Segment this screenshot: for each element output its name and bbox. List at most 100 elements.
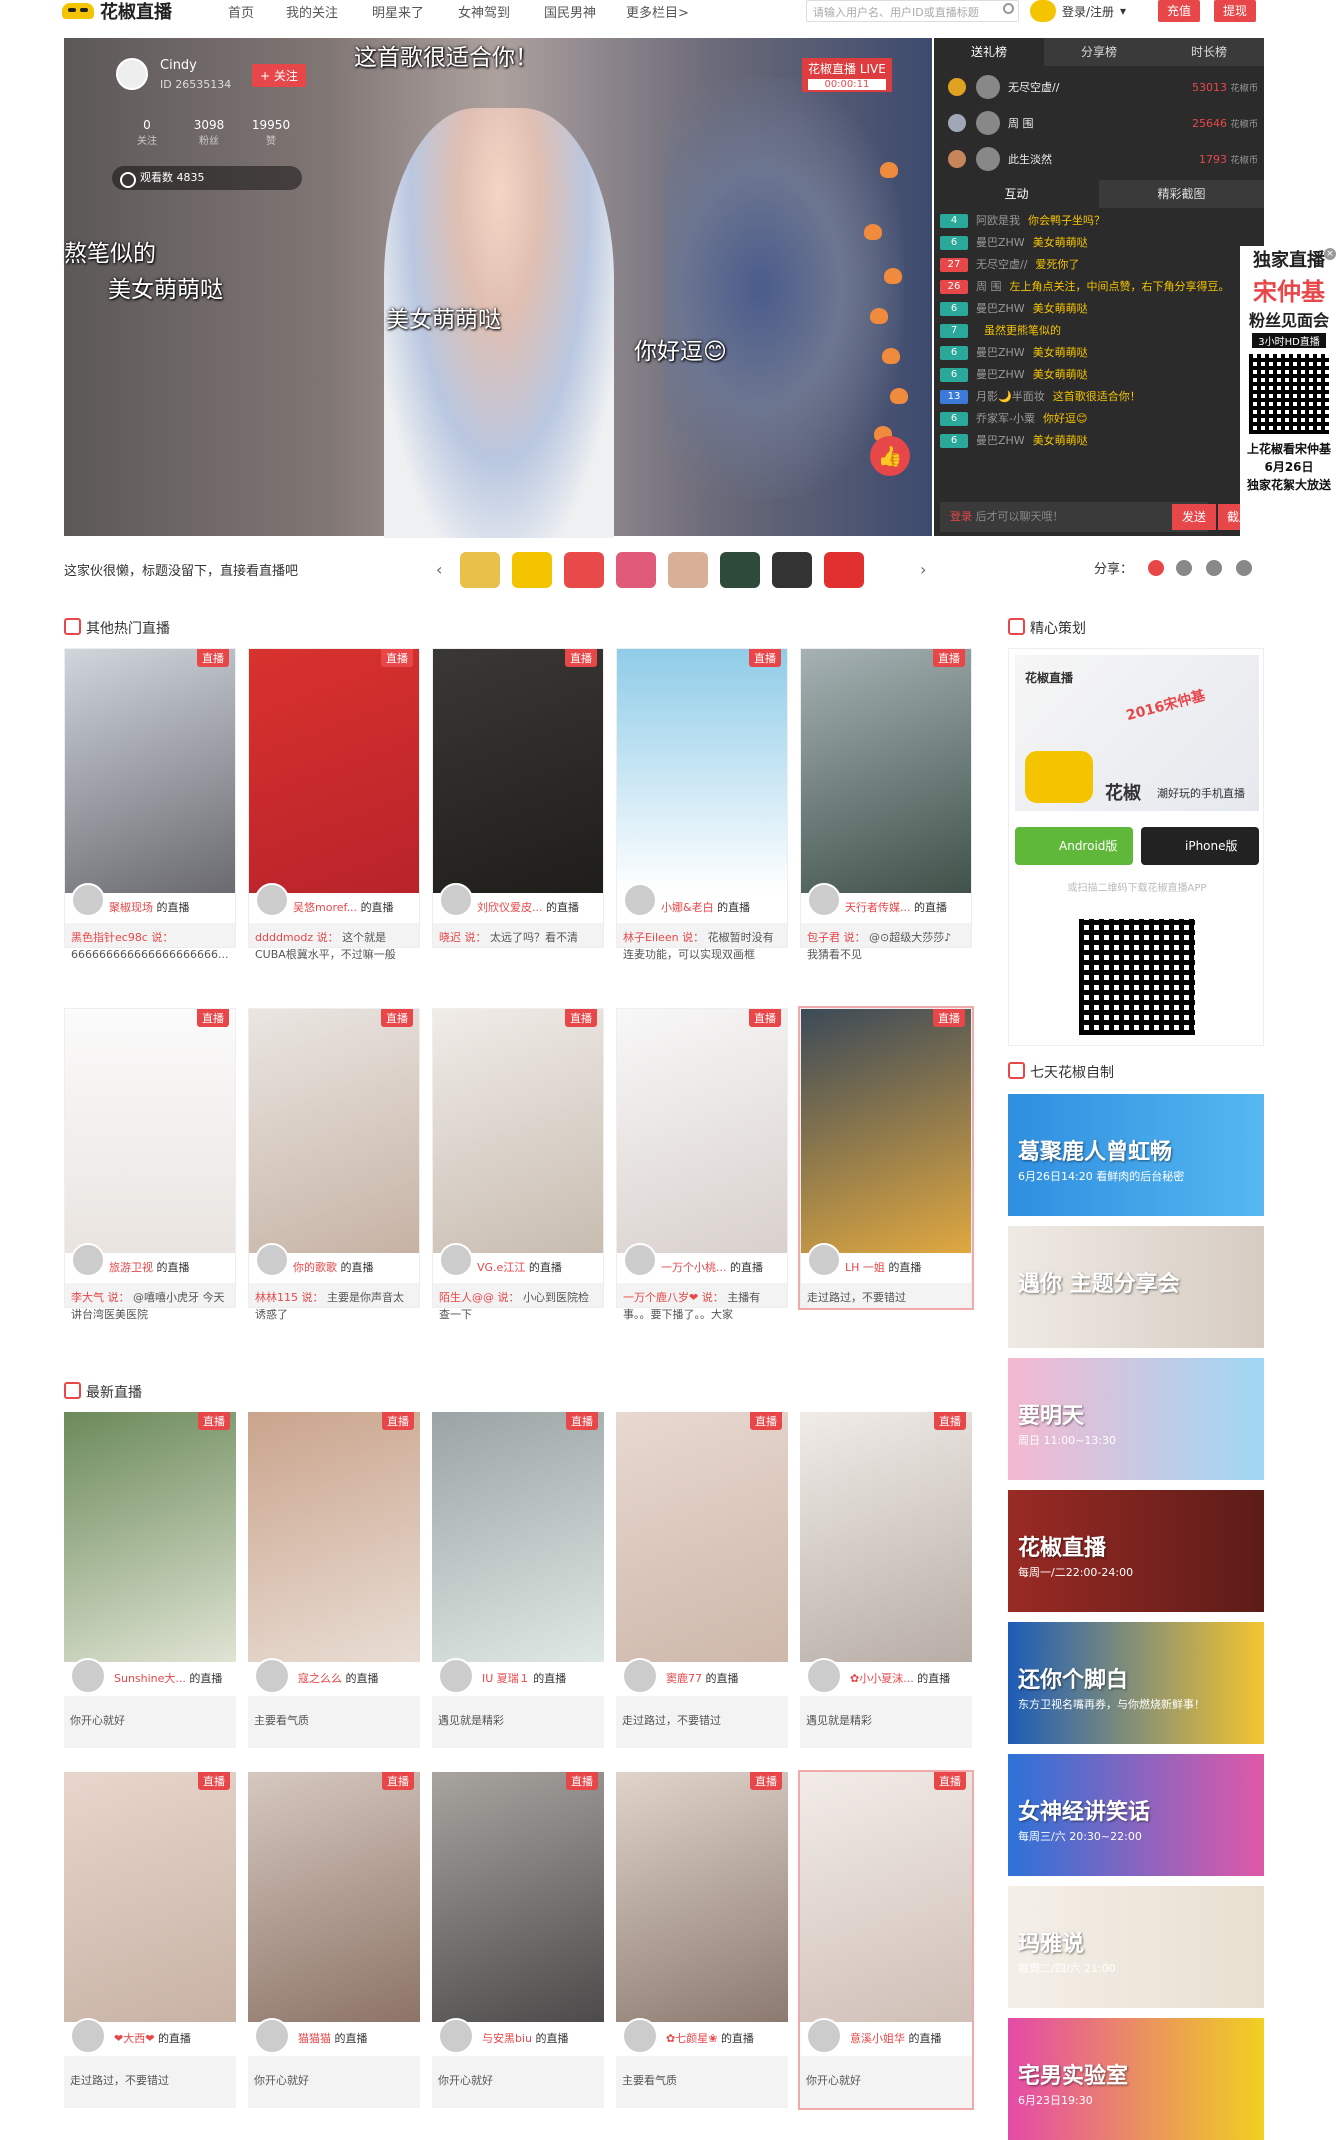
streamer-name[interactable]: 一万个小桃... — [661, 1261, 727, 1274]
close-icon[interactable]: × — [1324, 248, 1336, 260]
stream-thumbnail[interactable] — [65, 649, 235, 893]
search-icon[interactable] — [1003, 3, 1014, 14]
tab-time-rank[interactable]: 时长榜 — [1154, 38, 1264, 66]
nav-goddess[interactable]: 女神驾到 — [458, 2, 510, 21]
streamer-name[interactable]: 刘欣仪爱皮... — [477, 901, 543, 914]
stream-thumbnail[interactable] — [248, 1412, 420, 1662]
site-logo[interactable]: 花椒直播 — [62, 0, 172, 23]
stream-card[interactable]: 直播 Sunshine大... 的直播 你开心就好 — [64, 1412, 236, 1748]
tab-share-rank[interactable]: 分享榜 — [1044, 38, 1154, 66]
streamer-avatar[interactable] — [439, 883, 473, 917]
stream-card[interactable]: 直播 与安黑biu 的直播 你开心就好 — [432, 1772, 604, 2108]
stream-thumbnail[interactable] — [432, 1412, 604, 1662]
streamer-name[interactable]: 吴悠moref... — [293, 901, 357, 914]
streamer-name[interactable]: LH 一姐 — [845, 1261, 885, 1274]
streamer-name[interactable]: 聚椒现场 — [109, 901, 153, 914]
android-download-button[interactable]: Android版 — [1015, 827, 1133, 865]
tab-interact[interactable]: 互动 — [934, 180, 1099, 208]
stream-card[interactable]: 直播 IU 夏瑞１ 的直播 遇见就是精彩 — [432, 1412, 604, 1748]
gift-next-icon[interactable]: › — [920, 560, 926, 579]
streamer-name[interactable]: 与安黑biu — [482, 2032, 532, 2045]
chat-user[interactable]: 曼巴ZHW — [976, 364, 1025, 386]
streamer-avatar[interactable] — [254, 1658, 290, 1694]
streamer-name[interactable]: 窦鹿77 — [666, 1672, 702, 1685]
stream-thumbnail[interactable] — [617, 649, 787, 893]
login-link[interactable]: 登录/注册 — [1062, 3, 1114, 20]
stream-card[interactable]: 直播 聚椒现场 的直播 黑色指针ec98c 说： 66666666666666666… — [64, 648, 236, 961]
stream-card[interactable]: 直播 你的歌歌 的直播 林林115 说： 主要是你声音太诱惑了 — [248, 1008, 420, 1321]
chat-user[interactable]: 曼巴ZHW — [976, 298, 1025, 320]
chat-user[interactable]: 曼巴ZHW — [976, 342, 1025, 364]
streamer-avatar[interactable] — [622, 2018, 658, 2054]
streamer-name[interactable]: ✿七颜星❀ — [666, 2032, 717, 2045]
gift-icon[interactable] — [772, 552, 812, 588]
chat-user[interactable]: 阿欧是我 — [976, 210, 1020, 232]
stream-card[interactable]: 直播 ✿小小夏沫... 的直播 遇见就是精彩 — [800, 1412, 972, 1748]
stream-card[interactable]: 直播 寇之么么 的直播 主要看气质 — [248, 1412, 420, 1748]
gift-prev-icon[interactable]: ‹ — [436, 560, 442, 579]
streamer-avatar[interactable] — [71, 883, 105, 917]
streamer-avatar[interactable] — [255, 883, 289, 917]
rank-row[interactable]: 此生淡然 1793 花椒币 — [948, 144, 1258, 174]
promo-banner[interactable]: 花椒直播 每周一/二22:00-24:00 — [1008, 1490, 1264, 1612]
search-input[interactable]: 请输入用户名、用户ID或直播标题 — [806, 0, 1019, 22]
streamer-name[interactable]: ✿小小夏沫... — [850, 1672, 914, 1685]
stream-thumbnail[interactable] — [616, 1412, 788, 1662]
stream-thumbnail[interactable] — [801, 649, 971, 893]
promo-banner[interactable]: 宅男实验室 6月23日19:30 — [1008, 2018, 1264, 2140]
chat-user[interactable]: 月影🌙半面妆 — [976, 386, 1045, 408]
recharge-button[interactable]: 充值 — [1158, 0, 1200, 22]
streamer-name[interactable]: VG.e江江 — [477, 1261, 525, 1274]
streamer-name[interactable]: 寇之么么 — [298, 1672, 342, 1685]
streamer-avatar[interactable] — [623, 883, 657, 917]
stream-thumbnail[interactable] — [249, 1009, 419, 1253]
nav-home[interactable]: 首页 — [228, 2, 254, 21]
promo-banner[interactable]: 要明天 周日 11:00~13:30 — [1008, 1358, 1264, 1480]
stream-thumbnail[interactable] — [65, 1009, 235, 1253]
stream-card[interactable]: 直播 ❤大西❤ 的直播 走过路过，不要错过 — [64, 1772, 236, 2108]
stream-card[interactable]: 直播 VG.e江江 的直播 陌生人@@ 说： 小心到医院检查一下 — [432, 1008, 604, 1321]
gift-icon[interactable] — [668, 552, 708, 588]
stream-card[interactable]: 直播 一万个小桃... 的直播 一万个鹿八岁❤ 说： 主播有事。。要下播了。。大家 — [616, 1008, 788, 1321]
streamer-avatar[interactable] — [807, 883, 841, 917]
gift-icon[interactable] — [824, 552, 864, 588]
streamer-name[interactable]: 意溪小姐华 — [850, 2032, 905, 2045]
stream-thumbnail[interactable] — [616, 1772, 788, 2022]
follow-button[interactable]: + 关注 — [252, 64, 306, 87]
weibo-icon[interactable] — [1148, 560, 1164, 576]
stream-thumbnail[interactable] — [801, 1009, 971, 1253]
stream-card[interactable]: 直播 LH 一姐 的直播 走过路过，不要错过 — [798, 1006, 974, 1310]
streamer-avatar[interactable] — [438, 2018, 474, 2054]
stream-thumbnail[interactable] — [64, 1772, 236, 2022]
stream-card[interactable]: 直播 窦鹿77 的直播 走过路过，不要错过 — [616, 1412, 788, 1748]
tab-screenshots[interactable]: 精彩截图 — [1099, 180, 1264, 208]
qq-icon[interactable] — [1206, 560, 1222, 576]
streamer-avatar[interactable] — [439, 1243, 473, 1277]
stream-thumbnail[interactable] — [433, 649, 603, 893]
promo-banner[interactable]: 还你个脚白 东方卫视名嘴再券，与你燃烧新鲜事！ — [1008, 1622, 1264, 1744]
login-register[interactable]: 登录/注册 ▾ — [1030, 0, 1126, 22]
promo-banner[interactable]: 女神经讲笑话 每周三/六 20:30~22:00 — [1008, 1754, 1264, 1876]
avatar[interactable] — [976, 75, 1000, 99]
gift-icon[interactable] — [720, 552, 760, 588]
chat-user[interactable]: 曼巴ZHW — [976, 232, 1025, 254]
stream-thumbnail[interactable] — [64, 1412, 236, 1662]
stream-card[interactable]: 直播 猫猫猫 的直播 你开心就好 — [248, 1772, 420, 2108]
stream-thumbnail[interactable] — [617, 1009, 787, 1253]
streamer-name[interactable]: 天行者传媒... — [845, 901, 911, 914]
rank-row[interactable]: 周 围 25646 花椒币 — [948, 108, 1258, 138]
streamer-avatar[interactable] — [255, 1243, 289, 1277]
tab-gift-rank[interactable]: 送礼榜 — [934, 38, 1044, 66]
streamer-name[interactable]: 小娜&老白 — [661, 901, 714, 914]
stream-thumbnail[interactable] — [433, 1009, 603, 1253]
stream-card[interactable]: 直播 旅游卫视 的直播 李大气 说： @嘻嘻小虎牙 今天讲台湾医美医院 — [64, 1008, 236, 1321]
app-banner[interactable]: 花椒直播 2016宋仲基 花椒 潮好玩的手机直播 — [1015, 655, 1259, 811]
star-icon[interactable] — [1236, 560, 1252, 576]
gift-icon[interactable] — [616, 552, 656, 588]
login-link[interactable]: 登录 — [950, 510, 972, 523]
stream-thumbnail[interactable] — [249, 649, 419, 893]
streamer-avatar[interactable] — [807, 1243, 841, 1277]
streamer-avatar[interactable] — [71, 1243, 105, 1277]
stream-thumbnail[interactable] — [800, 1412, 972, 1662]
gift-icon[interactable] — [512, 552, 552, 588]
